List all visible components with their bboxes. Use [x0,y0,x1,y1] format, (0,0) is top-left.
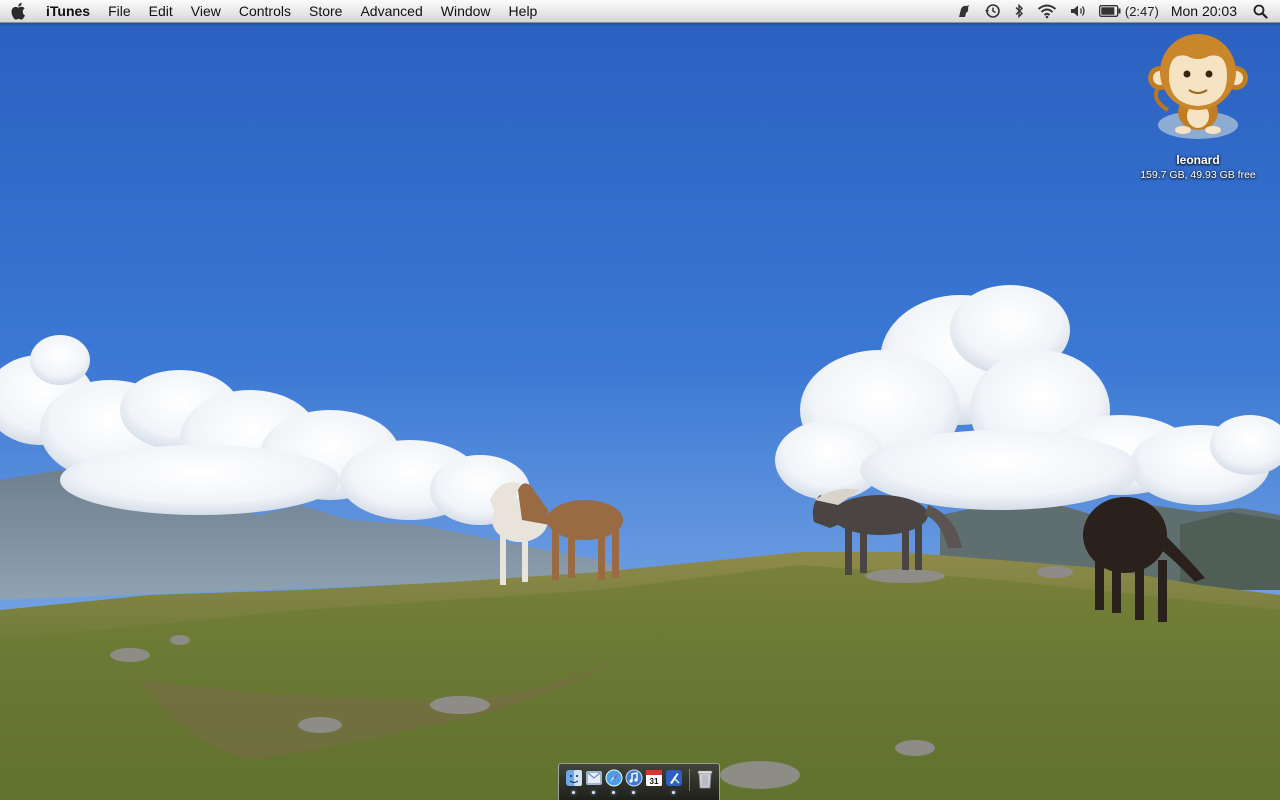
menu-app-name[interactable]: iTunes [38,0,99,22]
wifi-icon[interactable] [1031,0,1063,22]
dock-running-indicator [592,791,595,794]
battery-time: (2:47) [1124,3,1159,19]
menu-view[interactable]: View [182,0,230,22]
dock-item-xcode[interactable] [665,769,683,797]
dock-running-indicator [632,791,635,794]
menu-clock[interactable]: Mon 20:03 [1165,0,1247,22]
menu-file[interactable]: File [99,0,140,22]
time-machine-icon[interactable] [978,0,1007,22]
menu-help[interactable]: Help [500,0,547,22]
xcode-icon [665,770,682,786]
desktop-drive[interactable]: leonard 159.7 GB, 49.93 GB free [1130,30,1266,181]
bluetooth-icon[interactable] [1007,0,1031,22]
dock: 31 [558,763,720,800]
dock-running-indicator [672,791,675,794]
dock-item-safari[interactable] [605,769,623,797]
dock-separator [688,769,690,791]
growl-icon[interactable] [950,0,978,22]
menu-bar-left: iTunes File Edit View Controls Store Adv… [0,0,546,22]
trash-icon [697,770,712,789]
dock-running-indicator [612,791,615,794]
itunes-icon [625,769,642,787]
menu-advanced[interactable]: Advanced [351,0,431,22]
monkey-drive-icon [1148,34,1248,139]
menu-window[interactable]: Window [432,0,500,22]
safari-icon [605,769,622,787]
drive-name: leonard [1176,153,1220,167]
dock-item-ical[interactable]: 31 [645,769,663,797]
dock-item-finder[interactable] [565,769,583,797]
menu-bar: iTunes File Edit View Controls Store Adv… [0,0,1280,23]
apple-menu-icon[interactable] [0,0,38,22]
menu-controls[interactable]: Controls [230,0,300,22]
desktop-wallpaper [0,0,1280,800]
battery-icon [1098,5,1121,17]
dock-item-mail[interactable] [585,769,603,797]
menu-edit[interactable]: Edit [140,0,182,22]
mail-icon [585,771,602,785]
battery-status[interactable]: (2:47) [1093,0,1165,22]
dock-item-trash[interactable] [696,769,714,797]
calendar-date: 31 [649,777,658,786]
spotlight-icon[interactable] [1247,0,1280,22]
menu-bar-extras: (2:47) Mon 20:03 [950,0,1280,22]
dock-item-itunes[interactable] [625,769,643,797]
finder-icon [565,770,582,786]
menu-store[interactable]: Store [300,0,351,22]
calendar-icon: 31 [645,770,662,786]
dock-running-indicator [572,791,575,794]
drive-info: 159.7 GB, 49.93 GB free [1140,169,1256,181]
volume-icon[interactable] [1063,0,1093,22]
